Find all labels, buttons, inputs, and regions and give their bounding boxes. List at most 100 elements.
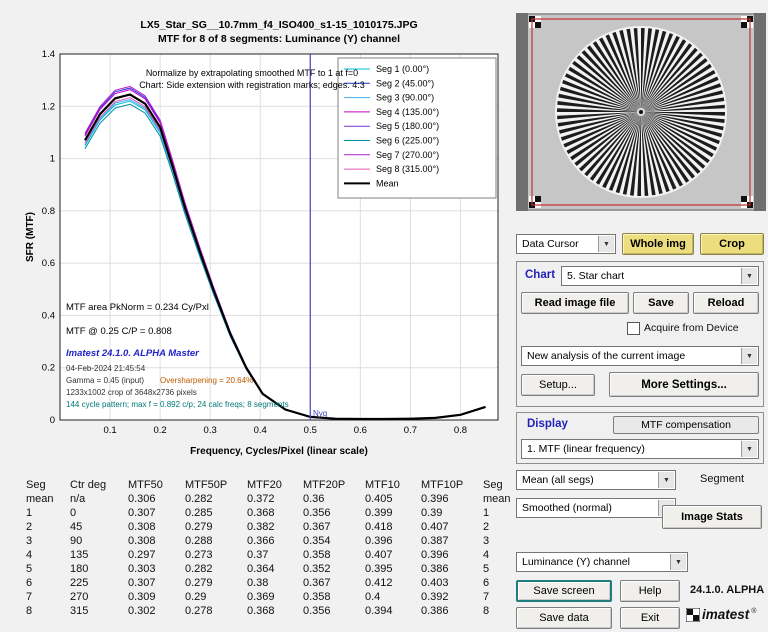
legend-label: Seg 4 (135.00°)	[376, 107, 439, 117]
help-button[interactable]: Help	[620, 580, 680, 602]
image-stats-button[interactable]: Image Stats	[662, 505, 762, 529]
crop-button[interactable]: Crop	[700, 233, 764, 255]
chevron-down-icon: ▼	[741, 348, 757, 364]
table-cell: 135	[70, 549, 89, 561]
table-cell: 0.368	[247, 605, 275, 617]
chart-type-select[interactable]: 5. Star chart ▼	[561, 266, 759, 286]
table-cell: 0.39	[421, 507, 443, 519]
table-cell: 0.297	[128, 549, 156, 561]
table-cell: mean	[26, 493, 54, 505]
exit-button[interactable]: Exit	[620, 607, 680, 629]
table-row: 3 90 0.308 0.288 0.366 0.354 0.396 0.387 3	[24, 534, 521, 548]
table-cell: 0.403	[421, 577, 449, 589]
table-row: 8 315 0.302 0.278 0.368 0.356 0.394 0.386 8	[24, 604, 521, 618]
chart-panel-label: Chart	[525, 269, 556, 281]
chart-type-value: 5. Star chart	[567, 270, 625, 282]
table-cell: 0.282	[185, 493, 213, 505]
x-tick-label: 0.8	[454, 425, 467, 436]
table-cell: 0.308	[128, 535, 156, 547]
table-cell: 90	[70, 535, 83, 547]
read-image-file-button[interactable]: Read image file	[521, 292, 629, 314]
channel-value: Luminance (Y) channel	[522, 556, 630, 568]
table-cell: n/a	[70, 493, 86, 505]
table-cell: 0.364	[247, 563, 275, 575]
table-cell: 0.396	[421, 493, 449, 505]
mtf-compensation-button[interactable]: MTF compensation	[613, 416, 759, 434]
chevron-down-icon: ▼	[670, 554, 686, 570]
save-button[interactable]: Save	[633, 292, 689, 314]
imatest-logo: imatest ®	[686, 608, 756, 622]
save-data-button[interactable]: Save data	[516, 607, 612, 629]
star-chart-thumbnail[interactable]	[516, 13, 766, 216]
smoothing-select[interactable]: Smoothed (normal) ▼	[516, 498, 676, 518]
mtf-results-table: Seg Ctr deg MTF50 MTF50P MTF20 MTF20P MTF10 MTF…	[24, 478, 514, 618]
table-cell: 0.279	[185, 577, 213, 589]
table-cell: 0.386	[421, 563, 449, 575]
channel-select[interactable]: Luminance (Y) channel ▼	[516, 552, 688, 572]
table-cell: 1	[26, 507, 33, 519]
table-cell: 3	[26, 535, 33, 547]
more-settings-button[interactable]: More Settings...	[609, 372, 759, 397]
chevron-down-icon: ▼	[598, 236, 614, 252]
table-header-cell: MTF10P	[421, 479, 464, 491]
table-cell: 0.309	[128, 591, 156, 603]
table-cell: 8	[483, 605, 490, 617]
mtf-table: Seg Ctr deg MTF50 MTF50P MTF20 MTF20P MTF10 MTF…	[24, 478, 521, 618]
table-header-cell: Seg	[483, 479, 503, 491]
table-cell: 0.369	[247, 591, 275, 603]
acquire-from-device-label: Acquire from Device	[644, 322, 739, 334]
acquire-from-device-checkbox[interactable]	[627, 322, 640, 335]
legend-label: Seg 3 (90.00°)	[376, 93, 434, 103]
table-row: 6 225 0.307 0.279 0.38 0.367 0.412 0.403 6	[24, 576, 521, 590]
table-row: mean n/a 0.306 0.282 0.372 0.36 0.405 0.396 mean	[24, 492, 521, 506]
x-tick-label: 0.2	[154, 425, 167, 436]
star-chart-image	[516, 13, 766, 211]
x-tick-label: 0.1	[103, 425, 116, 436]
table-cell: 0.37	[247, 549, 269, 561]
imatest-flag-icon	[686, 608, 700, 622]
table-cell: 0	[70, 507, 77, 519]
segment-select[interactable]: Mean (all segs) ▼	[516, 470, 676, 490]
x-axis-label: Frequency, Cycles/Pixel (linear scale)	[190, 446, 368, 457]
x-tick-label: 0.3	[204, 425, 217, 436]
x-tick-label: 0.4	[254, 425, 267, 436]
x-tick-label: 0.7	[404, 425, 417, 436]
registration-mark	[529, 16, 541, 28]
table-cell: 0.38	[247, 577, 269, 589]
analysis-mode-select[interactable]: New analysis of the current image ▼	[521, 346, 759, 366]
table-cell: 0.4	[365, 591, 381, 603]
table-cell: 45	[70, 521, 83, 533]
table-cell: 0.307	[128, 577, 156, 589]
oversharpening-info: Oversharpening = 20.64%	[160, 376, 253, 385]
y-tick-label: 0.4	[42, 310, 55, 321]
legend-label: Mean	[376, 178, 399, 188]
table-cell: 2	[26, 521, 33, 533]
table-cell: 5	[483, 563, 490, 575]
version-text: 24.1.0. ALPHA	[690, 584, 765, 596]
table-cell: 8	[26, 605, 33, 617]
thumb-left-band	[516, 13, 528, 211]
table-cell: 5	[26, 563, 33, 575]
save-screen-button[interactable]: Save screen	[516, 580, 612, 602]
table-cell: 0.358	[303, 591, 331, 603]
table-cell: 0.354	[303, 535, 331, 547]
table-cell: 2	[483, 521, 490, 533]
imatest-logo-reg: ®	[751, 608, 757, 615]
table-cell: 0.399	[365, 507, 393, 519]
chart-panel: Chart 5. Star chart ▼ Read image file Sa…	[516, 261, 764, 407]
setup-button[interactable]: Setup...	[521, 374, 595, 396]
data-cursor-select[interactable]: Data Cursor ▼	[516, 234, 616, 254]
table-cell: 0.356	[303, 605, 331, 617]
whole-img-button[interactable]: Whole img	[622, 233, 694, 255]
reload-button[interactable]: Reload	[693, 292, 759, 314]
table-cell: 0.307	[128, 507, 156, 519]
table-cell: 0.356	[303, 507, 331, 519]
legend-label: Seg 1 (0.00°)	[376, 64, 429, 74]
table-row: 7 270 0.309 0.29 0.369 0.358 0.4 0.392 7	[24, 590, 521, 604]
y-tick-label: 0.2	[42, 363, 55, 374]
table-cell: 0.392	[421, 591, 449, 603]
gamma-info: Gamma = 0.45 (input)	[66, 376, 144, 385]
display-mode-select[interactable]: 1. MTF (linear frequency) ▼	[521, 439, 759, 459]
table-cell: 1	[483, 507, 490, 519]
table-cell: 6	[26, 577, 33, 589]
